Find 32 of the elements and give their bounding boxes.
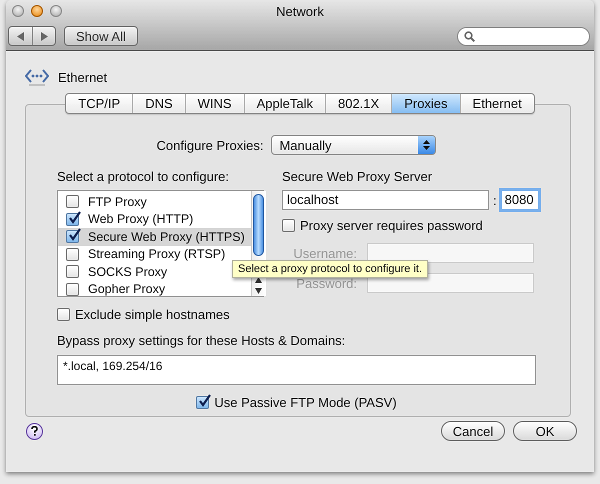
host-field[interactable]: localhost bbox=[282, 190, 489, 210]
tab[interactable]: WINS bbox=[184, 94, 244, 113]
window-title: Network bbox=[276, 4, 324, 19]
configure-proxies-label: Configure Proxies: bbox=[156, 138, 264, 152]
bypass-field[interactable]: *.local, 169.254/16 bbox=[57, 355, 536, 385]
protocol-item[interactable]: Secure Web Proxy (HTTPS) bbox=[58, 228, 251, 246]
port-field[interactable]: 8080 bbox=[500, 190, 539, 210]
protocol-item[interactable]: Web Proxy (HTTP) bbox=[58, 210, 200, 228]
protocol-list-label: Select a protocol to configure: bbox=[57, 169, 230, 185]
checkbox-label: Use Passive FTP Mode (PASV) bbox=[214, 395, 397, 410]
dialog-button[interactable]: Cancel bbox=[441, 421, 505, 441]
password-label: Password: bbox=[295, 276, 357, 290]
bypass-label: Bypass proxy settings for these Hosts & Domains: bbox=[57, 333, 346, 349]
tab[interactable]: AppleTalk bbox=[244, 94, 325, 113]
server-label: Secure Web Proxy Server bbox=[282, 169, 434, 185]
configure-proxies-popup[interactable]: Manually bbox=[271, 135, 436, 155]
protocol-item[interactable]: Streaming Proxy (RTSP) bbox=[58, 246, 232, 263]
username-label: Username: bbox=[292, 246, 357, 260]
protocol-item[interactable]: Gopher Proxy bbox=[58, 280, 172, 298]
tab[interactable]: DNS bbox=[132, 94, 185, 113]
show-all-button[interactable]: Show All bbox=[64, 26, 138, 46]
protocol-item[interactable]: SOCKS Proxy bbox=[58, 263, 174, 280]
port-separator: : bbox=[493, 192, 497, 208]
service-name: Ethernet bbox=[58, 70, 108, 84]
dialog-button[interactable]: OK bbox=[513, 421, 577, 441]
tab[interactable]: TCP/IP bbox=[66, 94, 132, 113]
tooltip: Select a proxy protocol to configure it. bbox=[232, 260, 428, 278]
tab[interactable]: Proxies bbox=[391, 94, 460, 113]
checkbox-label: Exclude simple hostnames bbox=[75, 307, 230, 322]
tab[interactable]: Ethernet bbox=[460, 94, 534, 113]
protocol-item[interactable]: FTP Proxy bbox=[58, 193, 153, 210]
checkbox-label: Proxy server requires password bbox=[300, 218, 483, 233]
